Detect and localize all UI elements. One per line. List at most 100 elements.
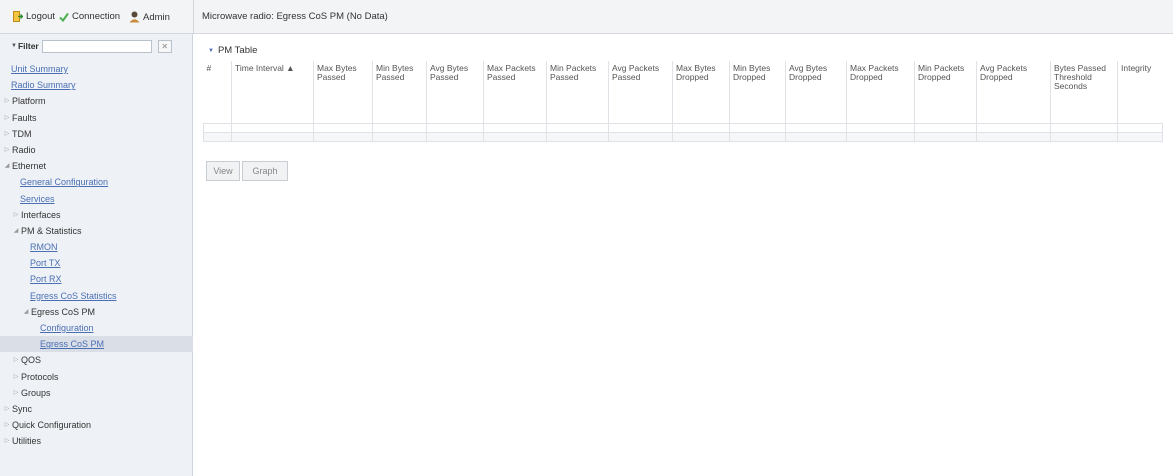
expand-arrow-icon: ▷ [13, 389, 19, 396]
expand-arrow-icon: ▷ [4, 405, 10, 412]
sidebar-item-label: Platform [12, 96, 46, 107]
table-cell [846, 131, 915, 142]
table-cell [976, 131, 1051, 142]
sidebar-item-interfaces[interactable]: ▷ Interfaces [0, 207, 193, 223]
sidebar-item-label: Interfaces [21, 209, 61, 220]
main-panel: ▼ PM Table # Time Interval ▲ Max Bytes P… [194, 34, 1173, 476]
sidebar-item-rmon[interactable]: RMON [0, 239, 193, 255]
sidebar-item-protocols[interactable]: ▷ Protocols [0, 369, 193, 385]
column-header[interactable]: Max Bytes Dropped [672, 61, 730, 124]
filter-row: ▼ Filter ✕ [0, 34, 193, 58]
sidebar-item-radio-summary[interactable]: Radio Summary [0, 77, 193, 93]
table-cell [372, 131, 427, 142]
filter-label: Filter [17, 41, 39, 51]
table-cell [914, 122, 977, 133]
column-header[interactable]: Avg Bytes Passed [426, 61, 484, 124]
page-title: Microwave radio: Egress CoS PM (No Data) [202, 11, 388, 22]
table-cell [672, 122, 730, 133]
sidebar-item-label: Services [20, 193, 55, 204]
table-cell [426, 131, 484, 142]
table-cell [1117, 122, 1163, 133]
sidebar-item-ethernet[interactable]: ◢ Ethernet [0, 158, 193, 174]
sidebar-item-configuration[interactable]: Configuration [0, 320, 193, 336]
sidebar-item-label: TDM [12, 128, 32, 139]
table-cell [483, 122, 547, 133]
sidebar-item-label: Unit Summary [11, 64, 69, 74]
logout-icon [13, 11, 23, 22]
table-cell [729, 131, 786, 142]
view-button[interactable]: View [206, 161, 240, 181]
sidebar-item-label: PM & Statistics [21, 225, 82, 236]
sidebar-item-pm-statistics[interactable]: ◢ PM & Statistics [0, 223, 193, 239]
column-header[interactable]: Integrity [1117, 61, 1163, 124]
column-header[interactable]: Bytes Passed Threshold Seconds [1050, 61, 1118, 124]
pm-table: # Time Interval ▲ Max Bytes Passed Min B… [203, 61, 1163, 142]
admin-button[interactable]: Admin [129, 11, 170, 23]
connection-button[interactable]: Connection [59, 11, 120, 22]
column-header[interactable]: Min Packets Passed [546, 61, 609, 124]
check-icon [59, 12, 69, 22]
column-header[interactable]: Max Packets Passed [483, 61, 547, 124]
sidebar-item-label: Groups [21, 387, 51, 398]
sidebar-item-egress-cos-pm[interactable]: Egress CoS PM [0, 336, 193, 353]
column-header[interactable]: Min Packets Dropped [914, 61, 977, 124]
column-header[interactable]: Avg Bytes Dropped [785, 61, 847, 124]
sidebar-item-port-tx[interactable]: Port TX [0, 255, 193, 271]
sidebar-item-quick-configuration[interactable]: ▷ Quick Configuration [0, 417, 193, 433]
expand-arrow-icon: ▷ [4, 422, 10, 429]
table-cell [231, 122, 314, 133]
sidebar-item-unit-summary[interactable]: Unit Summary [0, 61, 193, 77]
table-row [203, 131, 1163, 142]
sidebar-item-label: Egress CoS PM [40, 339, 105, 350]
sidebar-item-sync[interactable]: ▷ Sync [0, 401, 193, 417]
sidebar-item-label: Port TX [30, 258, 61, 269]
table-cell [546, 131, 609, 142]
sidebar-item-label: Radio [12, 144, 36, 155]
sidebar-item-tdm[interactable]: ▷ TDM [0, 126, 193, 142]
logout-button[interactable]: Logout [13, 11, 55, 22]
table-cell [785, 122, 847, 133]
sidebar-item-port-rx[interactable]: Port RX [0, 271, 193, 287]
filter-clear-button[interactable]: ✕ [157, 39, 172, 53]
sidebar-item-label: Faults [12, 112, 37, 123]
sidebar-item-egress-cos-pm-group[interactable]: ◢ Egress CoS PM [0, 304, 193, 320]
table-cell [203, 122, 232, 133]
table-cell [1050, 122, 1118, 133]
sidebar-item-general-configuration[interactable]: General Configuration [0, 174, 193, 190]
column-header[interactable]: Min Bytes Dropped [729, 61, 786, 124]
user-icon [129, 11, 140, 23]
column-header-sorted[interactable]: Time Interval ▲ [231, 61, 314, 124]
sidebar-item-platform[interactable]: ▷ Platform [0, 93, 193, 109]
sidebar-item-label: Sync [12, 403, 33, 414]
sidebar-item-label: Port RX [30, 274, 62, 285]
graph-button[interactable]: Graph [242, 161, 288, 181]
logout-label: Logout [26, 11, 56, 22]
column-header[interactable]: Avg Packets Dropped [976, 61, 1051, 124]
sidebar-item-label: Ethernet [12, 161, 47, 172]
table-cell [976, 122, 1051, 133]
table-cell [231, 131, 314, 142]
sidebar-item-label: QOS [21, 355, 42, 366]
expand-arrow-icon: ▷ [4, 98, 10, 105]
pm-table-section-toggle[interactable]: ▼ PM Table [208, 45, 257, 56]
sidebar-item-egress-cos-statistics[interactable]: Egress CoS Statistics [0, 288, 193, 304]
sidebar-item-label: Quick Configuration [12, 420, 92, 431]
top-bar: Logout Connection Admin Microwave radio:… [0, 0, 1173, 34]
sidebar-item-groups[interactable]: ▷ Groups [0, 385, 193, 401]
column-header[interactable]: Min Bytes Passed [372, 61, 427, 124]
sidebar-item-services[interactable]: Services [0, 191, 193, 207]
table-cell [372, 122, 427, 133]
sidebar-item-qos[interactable]: ▷ QOS [0, 352, 193, 368]
filter-input[interactable] [41, 39, 152, 53]
column-header[interactable]: Max Packets Dropped [846, 61, 915, 124]
column-header[interactable]: # [203, 61, 232, 124]
sidebar-item-label: Radio Summary [11, 80, 76, 91]
collapse-caret-icon: ▼ [208, 47, 214, 54]
sidebar-item-faults[interactable]: ▷ Faults [0, 110, 193, 126]
sidebar-item-utilities[interactable]: ▷ Utilities [0, 433, 193, 449]
column-header[interactable]: Avg Packets Passed [608, 61, 673, 124]
table-cell [846, 122, 915, 133]
sidebar-item-radio[interactable]: ▷ Radio [0, 142, 193, 158]
section-title: PM Table [217, 45, 258, 56]
column-header[interactable]: Max Bytes Passed [313, 61, 373, 124]
